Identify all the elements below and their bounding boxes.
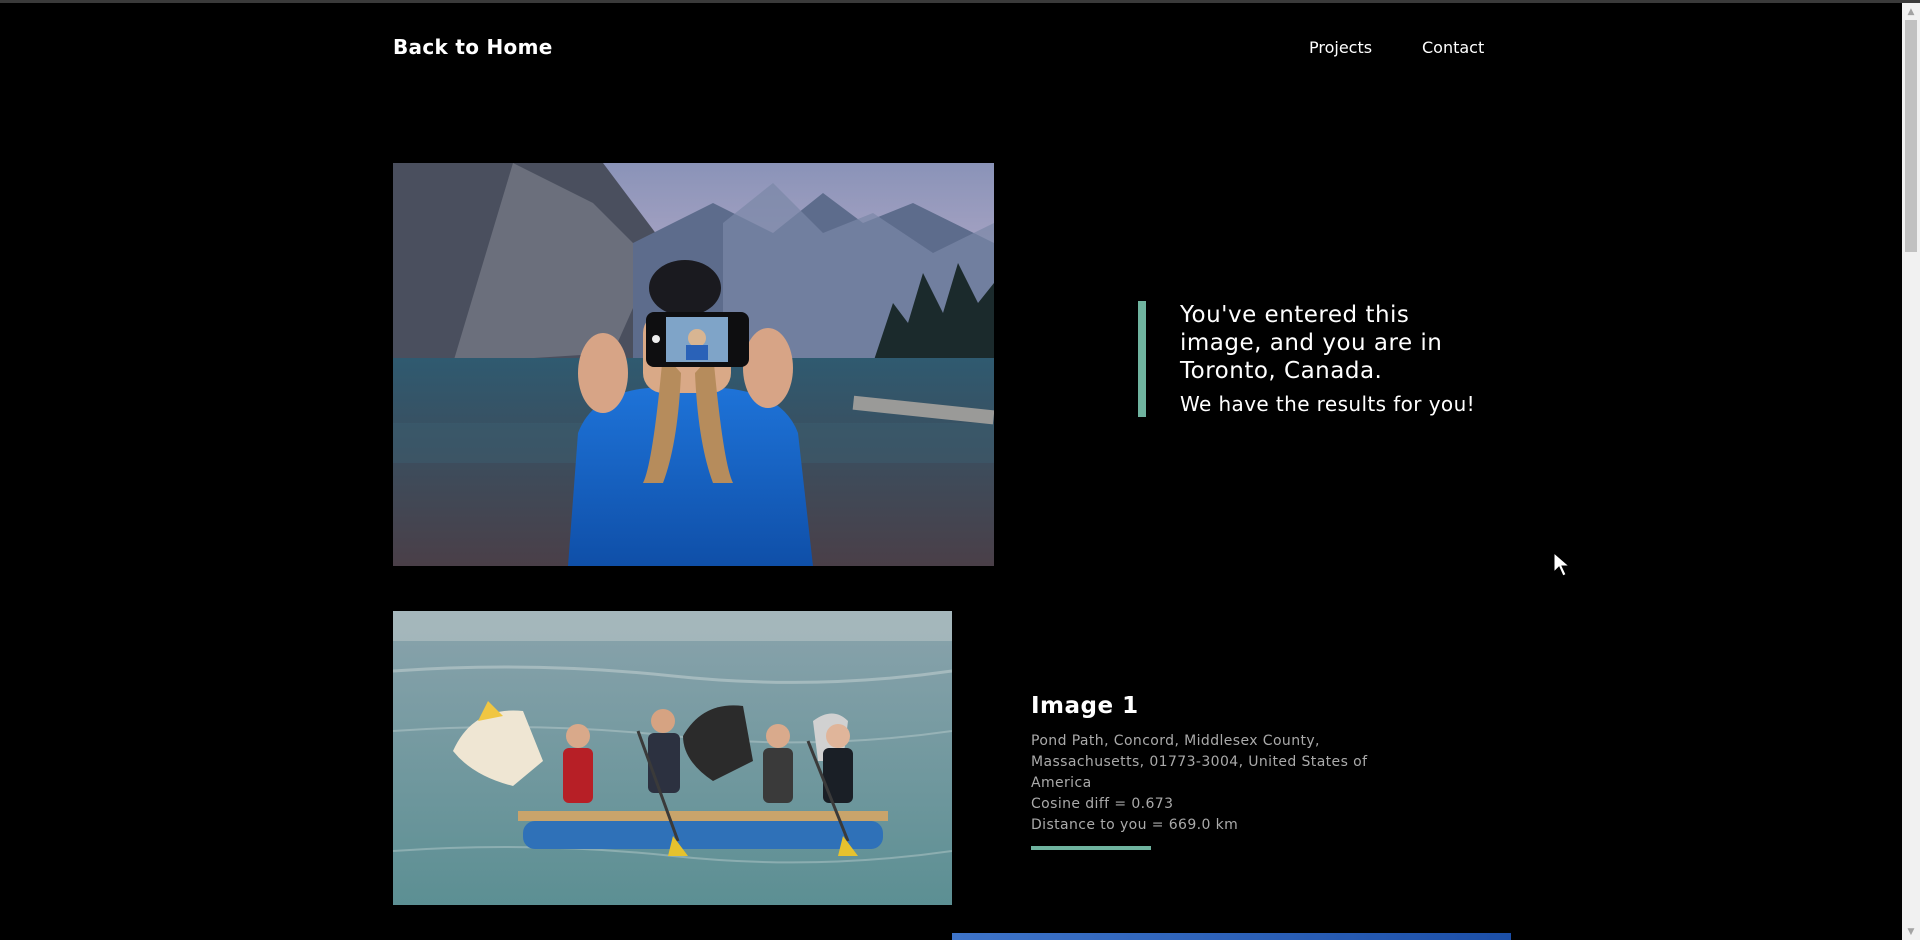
back-to-home-link[interactable]: Back to Home	[393, 35, 553, 59]
scroll-down-icon[interactable]: ▼	[1902, 923, 1920, 940]
uploaded-image	[393, 163, 994, 566]
result-title: Image 1	[1031, 693, 1139, 719]
selfie-lake-photo	[393, 163, 994, 566]
raft-lake-photo	[393, 611, 952, 905]
result-card: Image 1 Pond Path, Concord, Middlesex Co…	[1031, 693, 1391, 850]
result-distance: Distance to you = 669.0 km	[1031, 817, 1239, 833]
nav-projects-link[interactable]: Projects	[1309, 38, 1372, 57]
location-callout: You've entered this image, and you are i…	[1138, 301, 1478, 417]
result-address: Pond Path, Concord, Middlesex County, Ma…	[1031, 733, 1368, 791]
mouse-cursor-icon	[1553, 552, 1571, 577]
location-message: You've entered this image, and you are i…	[1180, 302, 1443, 384]
scroll-up-icon[interactable]: ▲	[1902, 3, 1920, 20]
result-image[interactable]	[393, 611, 952, 905]
nav-contact-link[interactable]: Contact	[1422, 38, 1484, 57]
result-accent-bar	[1031, 846, 1151, 850]
result-cosine-diff: Cosine diff = 0.673	[1031, 796, 1174, 812]
next-result-image-partial	[952, 933, 1511, 940]
vertical-scrollbar[interactable]: ▲ ▼	[1902, 3, 1920, 940]
page: Back to Home Projects Contact You've ent…	[0, 3, 1902, 940]
scrollbar-thumb[interactable]	[1905, 20, 1917, 252]
results-message: We have the results for you!	[1180, 392, 1476, 416]
